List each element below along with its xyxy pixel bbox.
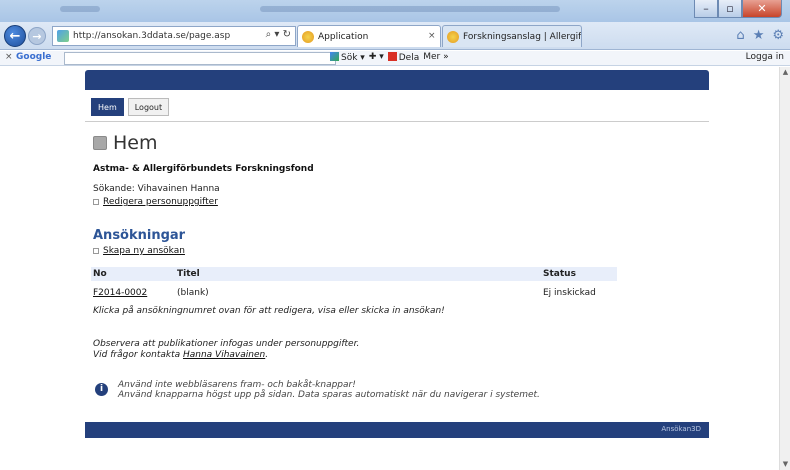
column-header-title: Titel bbox=[177, 269, 200, 279]
create-application-row: Skapa ny ansökan bbox=[93, 246, 185, 256]
favorites-star-icon[interactable]: ★ bbox=[753, 28, 765, 43]
contact-suffix: . bbox=[265, 350, 269, 360]
gear-icon[interactable]: ⚙ bbox=[772, 28, 784, 43]
browser-nav-bar: ← → http://ansokan.3ddata.se/page.asp ⌕ … bbox=[0, 22, 790, 50]
tab-favicon-icon bbox=[302, 30, 314, 43]
sok-button[interactable]: Sök ▾ bbox=[330, 52, 365, 63]
main-menu: Hem Logout bbox=[91, 98, 170, 116]
window-title-bar: – ▫ ✕ bbox=[0, 0, 790, 22]
address-bar[interactable]: http://ansokan.3ddata.se/page.asp ⌕ ▾ ↻ bbox=[52, 26, 296, 46]
application-status: Ej inskickad bbox=[543, 288, 596, 298]
tab-close-icon[interactable]: × bbox=[428, 31, 436, 41]
edit-profile-link[interactable]: Redigera personuppgifter bbox=[103, 197, 218, 207]
page-title: Hem bbox=[93, 132, 158, 154]
column-header-no: No bbox=[93, 269, 107, 279]
contact-prefix: Vid frågor kontakta bbox=[93, 350, 183, 360]
info-line: Använd inte webbläsarens fram- och bakåt… bbox=[118, 380, 356, 390]
address-tools-icon[interactable]: ⌕ ▾ ↻ bbox=[266, 29, 291, 40]
content-card: Hem Logout Hem Astma- & Allergiförbundet… bbox=[85, 70, 709, 438]
info-lines: Använd inte webbläsarens fram- och bakåt… bbox=[118, 380, 540, 400]
header-band bbox=[85, 70, 709, 90]
maximize-button[interactable]: ▫ bbox=[718, 0, 742, 18]
close-window-button[interactable]: ✕ bbox=[742, 0, 782, 18]
menu-logout-button[interactable]: Logout bbox=[127, 98, 170, 116]
share-icon bbox=[387, 52, 397, 61]
info-box: i Använd inte webbläsarens fram- och bak… bbox=[95, 380, 540, 400]
page-title-text: Hem bbox=[113, 132, 158, 154]
contact-note: Vid frågor kontakta Hanna Vihavainen. bbox=[93, 350, 268, 360]
bullet-icon bbox=[93, 199, 99, 205]
menu-divider bbox=[85, 121, 709, 122]
vertical-scrollbar[interactable]: ▲ ▼ bbox=[779, 67, 790, 470]
applications-table-header: No Titel Status bbox=[91, 267, 617, 281]
column-header-status: Status bbox=[543, 269, 576, 279]
scroll-down-icon[interactable]: ▼ bbox=[780, 459, 790, 470]
applications-heading: Ansökningar bbox=[93, 228, 186, 243]
minimize-button[interactable]: – bbox=[694, 0, 718, 18]
info-icon: i bbox=[95, 383, 108, 396]
edit-profile-row: Redigera personuppgifter bbox=[93, 197, 218, 207]
tab-forskningsanslag[interactable]: Forskningsanslag | Allergiforsk... bbox=[442, 25, 582, 47]
contact-link[interactable]: Hanna Vihavainen bbox=[183, 350, 265, 360]
window-controls: – ▫ ✕ bbox=[694, 0, 782, 18]
title-blur bbox=[60, 6, 100, 12]
google-logo: Google bbox=[16, 52, 52, 62]
info-line: Använd knapparna högst upp på sidan. Dat… bbox=[118, 390, 540, 400]
browser-right-icons: ⌂ ★ ⚙ bbox=[736, 28, 784, 43]
bullet-icon bbox=[93, 248, 99, 254]
menu-hem-button[interactable]: Hem bbox=[91, 98, 124, 116]
edit-hint: Klicka på ansökningnumret ovan för att r… bbox=[93, 306, 445, 316]
tab-label: Application bbox=[318, 31, 369, 42]
tab-favicon-icon bbox=[447, 30, 459, 43]
publications-note: Observera att publikationer infogas unde… bbox=[93, 339, 360, 349]
footer-band: Ansökan3D bbox=[85, 422, 709, 438]
title-blur bbox=[260, 6, 560, 12]
page-favicon-icon bbox=[57, 30, 69, 42]
table-row: F2014-0002 (blank) Ej inskickad bbox=[91, 286, 617, 300]
plus-button[interactable]: ✚ ▾ bbox=[369, 52, 384, 63]
application-title: (blank) bbox=[177, 288, 209, 298]
google-search-input[interactable] bbox=[64, 52, 336, 65]
toolbar-buttons: Sök ▾ ✚ ▾ Dela Mer » bbox=[330, 52, 449, 63]
tab-application[interactable]: Application bbox=[297, 25, 441, 47]
applicant-name: Sökande: Vihavainen Hanna bbox=[93, 184, 220, 194]
tab-label: Forskningsanslag | Allergiforsk... bbox=[463, 31, 582, 42]
logga-in-link[interactable]: Logga in bbox=[746, 52, 784, 62]
forward-button[interactable]: → bbox=[28, 27, 46, 45]
back-button[interactable]: ← bbox=[4, 25, 26, 47]
create-application-link[interactable]: Skapa ny ansökan bbox=[103, 246, 185, 256]
address-url: http://ansokan.3ddata.se/page.asp bbox=[73, 31, 231, 41]
home-icon[interactable]: ⌂ bbox=[736, 28, 744, 43]
toolbar-close-icon[interactable]: × bbox=[5, 52, 13, 62]
mer-button[interactable]: Mer » bbox=[423, 52, 448, 63]
search-icon bbox=[330, 52, 339, 61]
dela-button[interactable]: Dela bbox=[387, 52, 419, 63]
footer-brand: Ansökan3D bbox=[661, 425, 701, 433]
google-toolbar: × Google Sök ▾ ✚ ▾ Dela Mer » Logga in bbox=[0, 51, 790, 66]
scroll-up-icon[interactable]: ▲ bbox=[780, 67, 790, 78]
organization-name: Astma- & Allergiförbundets Forskningsfon… bbox=[93, 164, 314, 174]
page-home-icon bbox=[93, 136, 107, 150]
application-number-link[interactable]: F2014-0002 bbox=[93, 288, 147, 298]
